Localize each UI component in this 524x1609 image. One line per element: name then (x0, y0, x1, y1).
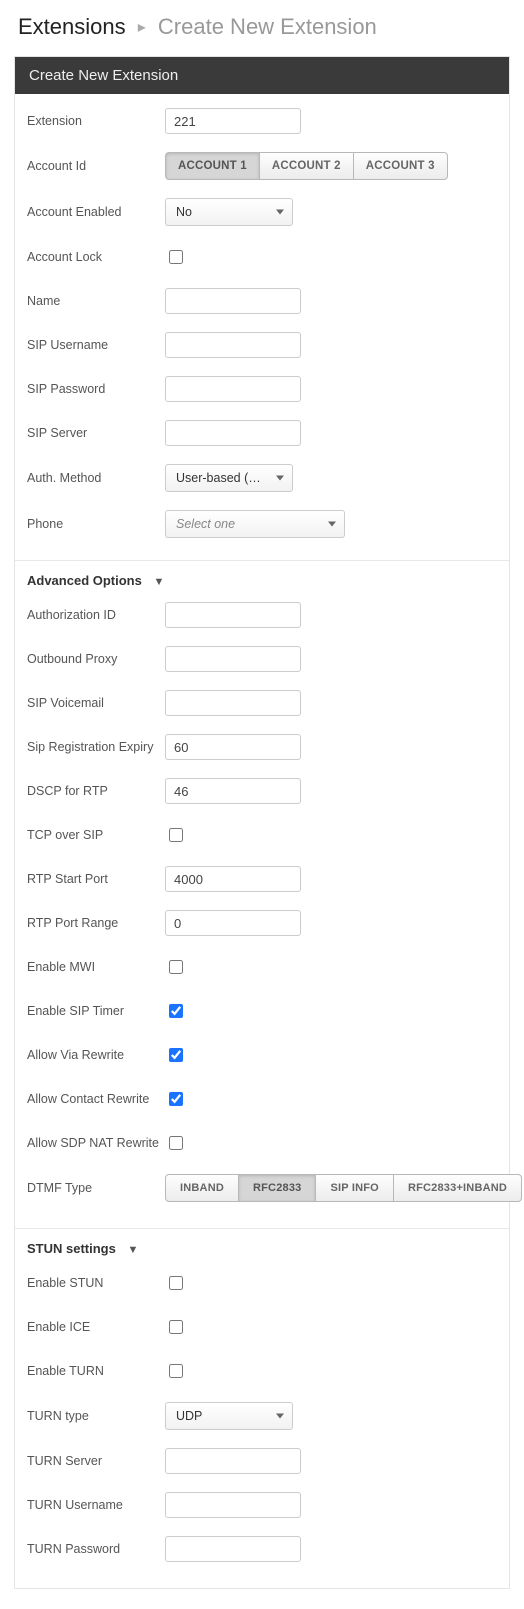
enable-turn-checkbox[interactable] (169, 1364, 183, 1378)
auth-method-label: Auth. Method (27, 471, 165, 485)
sip-reg-expiry-input[interactable] (165, 734, 301, 760)
tcp-over-sip-checkbox[interactable] (169, 828, 183, 842)
turn-password-label: TURN Password (27, 1542, 165, 1556)
chevron-down-icon (276, 476, 284, 481)
turn-server-label: TURN Server (27, 1454, 165, 1468)
stun-settings-header[interactable]: STUN settings ▼ (27, 1241, 497, 1256)
enable-ice-label: Enable ICE (27, 1320, 165, 1334)
allow-sdp-nat-rewrite-checkbox[interactable] (169, 1136, 183, 1150)
enable-mwi-checkbox[interactable] (169, 960, 183, 974)
enable-turn-label: Enable TURN (27, 1364, 165, 1378)
allow-contact-rewrite-checkbox[interactable] (169, 1092, 183, 1106)
dtmf-inband[interactable]: INBAND (165, 1174, 239, 1202)
tab-account-2[interactable]: ACCOUNT 2 (259, 152, 354, 180)
sip-server-label: SIP Server (27, 426, 165, 440)
sip-username-label: SIP Username (27, 338, 165, 352)
enable-ice-checkbox[interactable] (169, 1320, 183, 1334)
turn-type-select[interactable]: UDP (165, 1402, 293, 1430)
name-input[interactable] (165, 288, 301, 314)
sip-reg-expiry-label: Sip Registration Expiry (27, 740, 165, 754)
tab-account-3[interactable]: ACCOUNT 3 (353, 152, 448, 180)
sip-voicemail-input[interactable] (165, 690, 301, 716)
collapse-icon: ▼ (153, 576, 164, 588)
turn-type-label: TURN type (27, 1409, 165, 1423)
allow-via-rewrite-label: Allow Via Rewrite (27, 1048, 165, 1062)
chevron-right-icon: ▸ (138, 17, 146, 37)
panel: Create New Extension Extension Account I… (14, 56, 510, 1589)
allow-contact-rewrite-label: Allow Contact Rewrite (27, 1092, 165, 1106)
account-lock-checkbox[interactable] (169, 250, 183, 264)
turn-server-input[interactable] (165, 1448, 301, 1474)
enable-mwi-label: Enable MWI (27, 960, 165, 974)
turn-type-value: UDP (176, 1409, 202, 1423)
breadcrumb: Extensions ▸ Create New Extension (0, 0, 524, 50)
rtp-range-input[interactable] (165, 910, 301, 936)
account-enabled-label: Account Enabled (27, 205, 165, 219)
allow-sdp-nat-rewrite-label: Allow SDP NAT Rewrite (27, 1136, 165, 1150)
chevron-down-icon (276, 1414, 284, 1419)
extension-label: Extension (27, 114, 165, 128)
dtmf-type-group: INBAND RFC2833 SIP INFO RFC2833+INBAND (165, 1174, 522, 1202)
outbound-proxy-input[interactable] (165, 646, 301, 672)
phone-select[interactable]: Select one (165, 510, 345, 538)
dtmf-sipinfo[interactable]: SIP INFO (315, 1174, 393, 1202)
rtp-start-input[interactable] (165, 866, 301, 892)
rtp-start-label: RTP Start Port (27, 872, 165, 886)
rtp-range-label: RTP Port Range (27, 916, 165, 930)
account-id-label: Account Id (27, 159, 165, 173)
allow-via-rewrite-checkbox[interactable] (169, 1048, 183, 1062)
enable-sip-timer-label: Enable SIP Timer (27, 1004, 165, 1018)
enable-stun-label: Enable STUN (27, 1276, 165, 1290)
advanced-options-title: Advanced Options (27, 573, 142, 588)
phone-value: Select one (176, 517, 235, 531)
collapse-icon: ▼ (127, 1244, 138, 1256)
dscp-rtp-label: DSCP for RTP (27, 784, 165, 798)
sip-username-input[interactable] (165, 332, 301, 358)
panel-title: Create New Extension (15, 57, 509, 94)
auth-method-value: User-based (most … (176, 471, 291, 485)
dtmf-rfc2833[interactable]: RFC2833 (238, 1174, 316, 1202)
tab-account-1[interactable]: ACCOUNT 1 (165, 152, 260, 180)
enable-sip-timer-checkbox[interactable] (169, 1004, 183, 1018)
stun-settings-title: STUN settings (27, 1241, 116, 1256)
authorization-id-label: Authorization ID (27, 608, 165, 622)
sip-password-label: SIP Password (27, 382, 165, 396)
dscp-rtp-input[interactable] (165, 778, 301, 804)
breadcrumb-root[interactable]: Extensions (18, 14, 126, 39)
breadcrumb-current: Create New Extension (158, 14, 377, 39)
enable-stun-checkbox[interactable] (169, 1276, 183, 1290)
advanced-options-header[interactable]: Advanced Options ▼ (27, 573, 497, 588)
account-lock-label: Account Lock (27, 250, 165, 264)
turn-username-label: TURN Username (27, 1498, 165, 1512)
sip-voicemail-label: SIP Voicemail (27, 696, 165, 710)
account-enabled-value: No (176, 205, 192, 219)
turn-username-input[interactable] (165, 1492, 301, 1518)
dtmf-type-label: DTMF Type (27, 1181, 165, 1195)
auth-method-select[interactable]: User-based (most … (165, 464, 293, 492)
account-id-tabs: ACCOUNT 1 ACCOUNT 2 ACCOUNT 3 (165, 152, 448, 180)
extension-input[interactable] (165, 108, 301, 134)
turn-password-input[interactable] (165, 1536, 301, 1562)
chevron-down-icon (276, 210, 284, 215)
account-enabled-select[interactable]: No (165, 198, 293, 226)
sip-password-input[interactable] (165, 376, 301, 402)
authorization-id-input[interactable] (165, 602, 301, 628)
dtmf-rfc2833-inband[interactable]: RFC2833+INBAND (393, 1174, 522, 1202)
name-label: Name (27, 294, 165, 308)
outbound-proxy-label: Outbound Proxy (27, 652, 165, 666)
phone-label: Phone (27, 517, 165, 531)
chevron-down-icon (328, 522, 336, 527)
sip-server-input[interactable] (165, 420, 301, 446)
tcp-over-sip-label: TCP over SIP (27, 828, 165, 842)
